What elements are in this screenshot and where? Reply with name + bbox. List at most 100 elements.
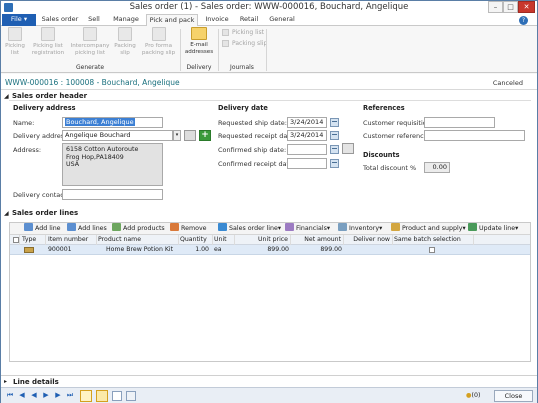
previous-page-icon[interactable]: ◀ <box>30 391 38 400</box>
address-box: 6158 Cotton Autoroute Frog Hop,PA18409 U… <box>62 143 163 186</box>
col-unit[interactable]: Unit <box>214 235 235 245</box>
requested-ship-date-field[interactable]: 3/24/2014 <box>287 117 327 128</box>
remove-button[interactable]: Remove <box>170 223 207 234</box>
form-view-icon[interactable] <box>96 390 108 402</box>
address-edit-icon[interactable] <box>184 130 196 141</box>
product-supply-icon <box>391 223 400 231</box>
col-type[interactable]: Type <box>22 235 46 245</box>
inventory-icon <box>338 223 347 231</box>
close-window-button[interactable]: ✕ <box>518 1 535 13</box>
next-record-icon[interactable]: ▶ <box>54 391 62 400</box>
update-line-menu[interactable]: Update line▾ <box>468 223 518 234</box>
email-addresses-button[interactable]: E-mail addresses <box>183 27 215 55</box>
lines-grid: Add line Add lines Add products Remove S… <box>9 222 531 362</box>
next-page-icon[interactable]: ▶ <box>42 391 50 400</box>
calendar-icon[interactable] <box>330 145 339 154</box>
date-options-icon[interactable] <box>342 143 354 154</box>
row-net-amount[interactable]: 899.00 <box>292 245 342 255</box>
delivery-contact-label: Delivery contact: <box>13 191 69 199</box>
add-address-icon[interactable]: + <box>199 130 211 141</box>
customer-requisition-field[interactable] <box>424 117 495 128</box>
tab-file[interactable]: File ▾ <box>2 14 36 26</box>
col-deliver-now[interactable]: Deliver now <box>345 235 393 245</box>
name-field[interactable]: Bouchard, Angelique <box>62 117 163 128</box>
row-item-number[interactable]: 900001 <box>48 245 97 255</box>
form-body: ◢ Sales order header Delivery address Na… <box>1 90 537 375</box>
last-record-icon[interactable]: ⏭ <box>66 391 74 400</box>
minimize-button[interactable]: – <box>488 1 503 13</box>
delivery-address-title: Delivery address <box>13 104 76 112</box>
pro-forma-packing-slip-button[interactable]: Pro forma packing slip <box>140 27 177 56</box>
journal-packing-slip-button[interactable]: Packing slip <box>222 40 267 47</box>
dropdown-arrow-icon[interactable]: ▾ <box>173 130 181 141</box>
calendar-icon[interactable] <box>330 118 339 127</box>
collapse-icon[interactable]: ◢ <box>4 93 9 100</box>
intercompany-picking-list-button[interactable]: Intercompany picking list <box>69 27 111 56</box>
col-same-batch-selection[interactable]: Same batch selection <box>394 235 474 245</box>
email-icon <box>191 27 207 40</box>
attachment-view-icon[interactable] <box>126 391 136 401</box>
line-details-bar[interactable]: ▸ Line details <box>1 375 537 387</box>
inventory-menu[interactable]: Inventory▾ <box>338 223 382 234</box>
collapse-icon[interactable]: ◢ <box>4 210 9 217</box>
calendar-icon[interactable] <box>330 131 339 140</box>
financials-menu[interactable]: Financials▾ <box>285 223 330 234</box>
grid-view-icon[interactable] <box>112 391 122 401</box>
total-discount-label: Total discount % <box>363 164 417 172</box>
add-lines-button[interactable]: Add lines <box>67 223 107 234</box>
customer-reference-field[interactable] <box>424 130 525 141</box>
col-product-name[interactable]: Product name <box>98 235 179 245</box>
first-record-icon[interactable]: ⏮ <box>6 391 14 400</box>
product-and-supply-menu[interactable]: Product and supply▾ <box>391 223 466 234</box>
group-generate-label: Generate <box>75 64 105 71</box>
add-products-button[interactable]: Add products <box>112 223 165 234</box>
maximize-button[interactable]: □ <box>503 1 518 13</box>
edit-mode-icon[interactable] <box>80 390 92 402</box>
group-separator <box>218 29 219 71</box>
same-batch-checkbox[interactable] <box>429 247 435 253</box>
section-sales-order-lines[interactable]: Sales order lines <box>12 209 78 217</box>
col-quantity[interactable]: Quantity <box>180 235 213 245</box>
tab-pick-and-pack[interactable]: Pick and pack <box>146 14 198 26</box>
picking-list-registration-button[interactable]: Picking list registration <box>28 27 68 56</box>
packing-slip-button[interactable]: Packing slip <box>112 27 138 56</box>
col-unit-price[interactable]: Unit price <box>236 235 291 245</box>
requested-receipt-date-label: Requested receipt date: <box>218 132 297 140</box>
journal-picking-list-button[interactable]: Picking list <box>222 29 264 36</box>
requested-receipt-date-field[interactable]: 3/24/2014 <box>287 130 327 141</box>
delivery-address-field[interactable]: Angelique Bouchard <box>62 130 173 141</box>
confirmed-receipt-date-field[interactable] <box>287 158 327 169</box>
tab-general[interactable]: General <box>266 14 298 26</box>
add-line-button[interactable]: Add line <box>24 223 61 234</box>
tab-manage[interactable]: Manage <box>109 14 143 26</box>
row-unit[interactable]: ea <box>214 245 235 255</box>
close-button[interactable]: Close <box>494 390 533 402</box>
journal-icon <box>222 40 229 47</box>
tab-retail[interactable]: Retail <box>235 14 263 26</box>
calendar-icon[interactable] <box>330 159 339 168</box>
tab-sell[interactable]: Sell <box>83 14 105 26</box>
row-product-name[interactable]: Home Brew Potion Kit <box>106 245 179 255</box>
notification-count[interactable]: ●(0) <box>466 392 480 399</box>
tab-invoice[interactable]: Invoice <box>201 14 233 26</box>
confirmed-ship-date-field[interactable] <box>287 144 327 155</box>
address-label: Address: <box>13 146 42 154</box>
sales-order-line-menu[interactable]: Sales order line▾ <box>218 223 281 234</box>
divider <box>9 100 531 101</box>
tab-sales-order[interactable]: Sales order <box>39 14 81 26</box>
expand-icon[interactable]: ▸ <box>4 378 7 385</box>
row-quantity[interactable]: 1.00 <box>180 245 209 255</box>
row-unit-price[interactable]: 899.00 <box>236 245 289 255</box>
picking-list-button[interactable]: Picking list <box>3 27 27 56</box>
select-all-checkbox[interactable] <box>10 235 20 245</box>
section-sales-order-header[interactable]: Sales order header <box>12 92 87 100</box>
row-deliver-now[interactable] <box>345 245 391 255</box>
journal-icon <box>222 29 229 36</box>
help-icon[interactable]: ? <box>519 16 528 25</box>
window-title: Sales order (1) - Sales order: WWW-00001… <box>129 2 409 12</box>
line-details-title: Line details <box>13 378 59 386</box>
previous-record-icon[interactable]: ◀ <box>18 391 26 400</box>
delivery-contact-field[interactable] <box>62 189 163 200</box>
col-net-amount[interactable]: Net amount <box>292 235 344 245</box>
col-item-number[interactable]: Item number <box>48 235 97 245</box>
